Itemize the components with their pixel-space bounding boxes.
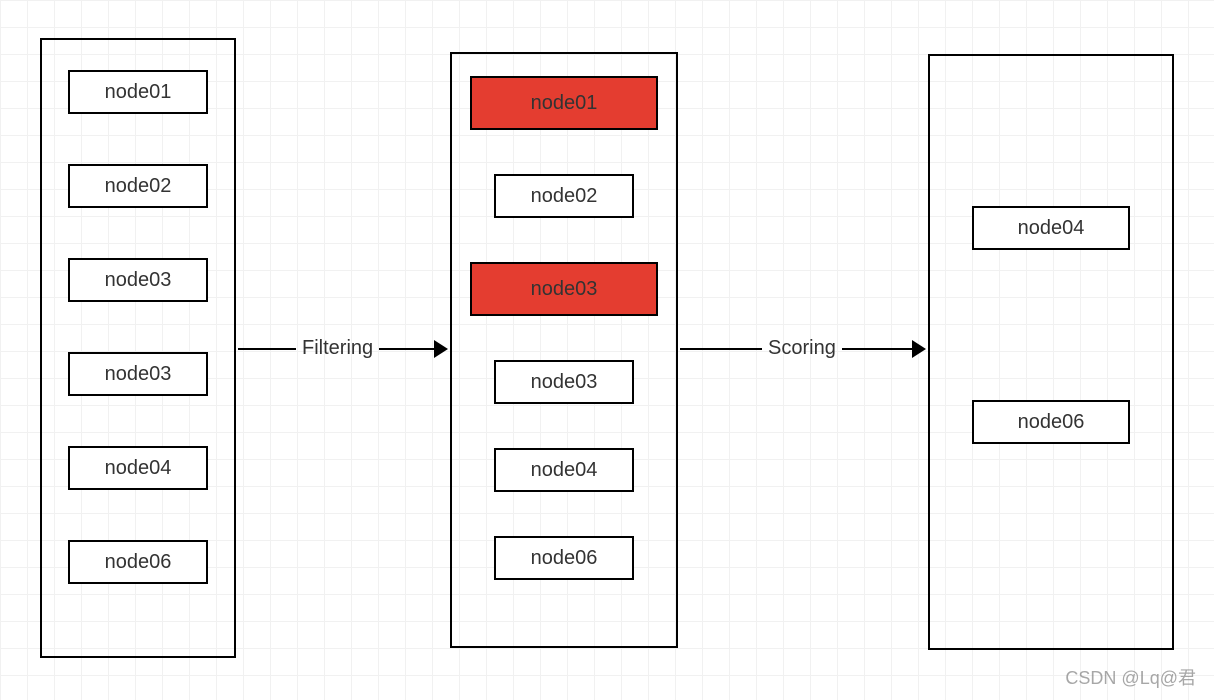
node-label: node06 [1018,411,1085,434]
node-box: node06 [494,536,634,580]
node-box: node06 [68,540,208,584]
node-label: node03 [531,278,598,301]
node-box: node03 [68,352,208,396]
node-label: node06 [105,551,172,574]
node-box: node06 [972,400,1130,444]
node-box: node03 [494,360,634,404]
node-label: node03 [531,371,598,394]
node-box: node03 [68,258,208,302]
node-label: node02 [105,175,172,198]
node-box: node04 [68,446,208,490]
arrow-filtering: Filtering [238,337,448,360]
node-box: node04 [972,206,1130,250]
node-box: node04 [494,448,634,492]
node-label: node02 [531,185,598,208]
node-box: node02 [68,164,208,208]
node-label: node06 [531,547,598,570]
node-label: node04 [105,457,172,480]
watermark: CSDN @Lq@君 [1065,664,1196,690]
node-label: node01 [105,81,172,104]
node-label: node04 [531,459,598,482]
arrow-scoring: Scoring [680,337,926,360]
node-label: node03 [105,363,172,386]
node-box: node03 [470,262,658,316]
arrowhead-icon [912,340,926,358]
arrow-label: Filtering [296,337,379,360]
node-label: node01 [531,92,598,115]
arrowhead-icon [434,340,448,358]
node-box: node02 [494,174,634,218]
node-box: node01 [68,70,208,114]
arrow-label: Scoring [762,337,842,360]
node-label: node03 [105,269,172,292]
stage-right: node04 node06 [928,54,1174,650]
stage-left: node01 node02 node03 node03 node04 node0… [40,38,236,658]
stage-middle: node01 node02 node03 node03 node04 node0… [450,52,678,648]
node-label: node04 [1018,217,1085,240]
node-box: node01 [470,76,658,130]
